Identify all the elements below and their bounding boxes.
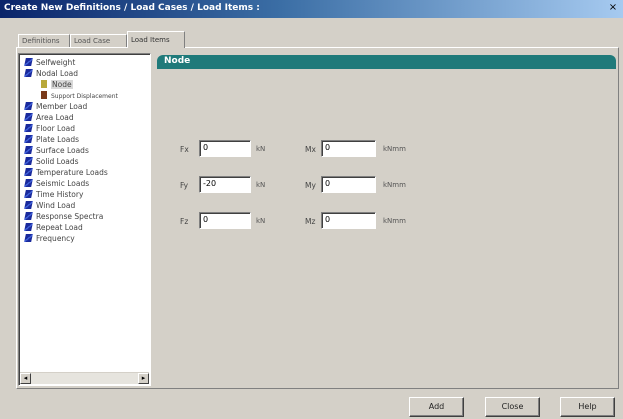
tree-item-wind-load[interactable]: Wind Load [24,201,75,211]
fy-input[interactable]: -20 [199,176,251,193]
support-icon [41,91,47,99]
mz-label: Mz [305,217,316,226]
load-icon [24,146,33,154]
close-button[interactable]: Close [485,397,540,417]
add-button[interactable]: Add [409,397,464,417]
load-icon [24,201,33,209]
mz-row: Mz 0 kNmm [305,212,445,230]
load-icon [24,179,33,187]
load-icon [24,223,33,231]
load-icon [24,157,33,165]
fx-input[interactable]: 0 [199,140,251,157]
load-icon [24,135,33,143]
tree-item-solid-loads[interactable]: Solid Loads [24,157,79,167]
mx-unit: kNmm [383,145,406,153]
tree-item-plate-loads[interactable]: Plate Loads [24,135,79,145]
close-icon[interactable]: × [607,2,619,14]
scroll-left-icon[interactable]: ◂ [20,373,31,384]
load-icon [24,212,33,220]
tree-item-time-history[interactable]: Time History [24,190,83,200]
load-icon [24,58,33,66]
fy-label: Fy [180,181,189,190]
fy-unit: kN [256,181,266,189]
node-icon [41,80,47,88]
fz-input[interactable]: 0 [199,212,251,229]
tree-item-surface-loads[interactable]: Surface Loads [24,146,89,156]
tree-item-floor-load[interactable]: Floor Load [24,124,75,134]
window-title-bar[interactable]: Create New Definitions / Load Cases / Lo… [0,0,623,18]
my-input[interactable]: 0 [321,176,376,193]
fx-label: Fx [180,145,189,154]
tree-item-nodal-load[interactable]: Nodal Load [24,69,78,79]
tree-item-node[interactable]: Node [41,80,73,90]
mx-label: Mx [305,145,316,154]
node-panel-header: Node [157,55,616,69]
load-icon [24,69,33,77]
tree-item-temperature-loads[interactable]: Temperature Loads [24,168,108,178]
tab-load-case[interactable]: Load Case [70,34,127,47]
tab-load-items[interactable]: Load Items [127,31,185,48]
load-icon [24,113,33,121]
fz-label: Fz [180,217,189,226]
my-label: My [305,181,316,190]
scroll-right-icon[interactable]: ▸ [138,373,149,384]
load-icon [24,190,33,198]
tab-definitions[interactable]: Definitions [18,34,70,47]
mx-input[interactable]: 0 [321,140,376,157]
tree-item-member-load[interactable]: Member Load [24,102,87,112]
tree-item-selfweight[interactable]: Selfweight [24,58,75,68]
tree-horizontal-scrollbar[interactable]: ◂ ▸ [20,372,149,384]
help-button[interactable]: Help [560,397,615,417]
tree-item-seismic-loads[interactable]: Seismic Loads [24,179,89,189]
tree-item-frequency[interactable]: Frequency [24,234,75,244]
load-icon [24,124,33,132]
my-unit: kNmm [383,181,406,189]
fz-unit: kN [256,217,266,225]
my-row: My 0 kNmm [305,176,445,194]
mz-unit: kNmm [383,217,406,225]
tree-item-support-displacement[interactable]: Support Displacement [41,91,118,101]
load-icon [24,102,33,110]
mz-input[interactable]: 0 [321,212,376,229]
tree-item-response-spectra[interactable]: Response Spectra [24,212,103,222]
tree-item-repeat-load[interactable]: Repeat Load [24,223,83,233]
load-icon [24,168,33,176]
fx-unit: kN [256,145,266,153]
load-icon [24,234,33,242]
load-items-tree[interactable]: Selfweight Nodal Load Node Support Displ… [18,53,151,386]
tree-item-area-load[interactable]: Area Load [24,113,74,123]
window-title: Create New Definitions / Load Cases / Lo… [4,3,260,13]
mx-row: Mx 0 kNmm [305,140,445,158]
